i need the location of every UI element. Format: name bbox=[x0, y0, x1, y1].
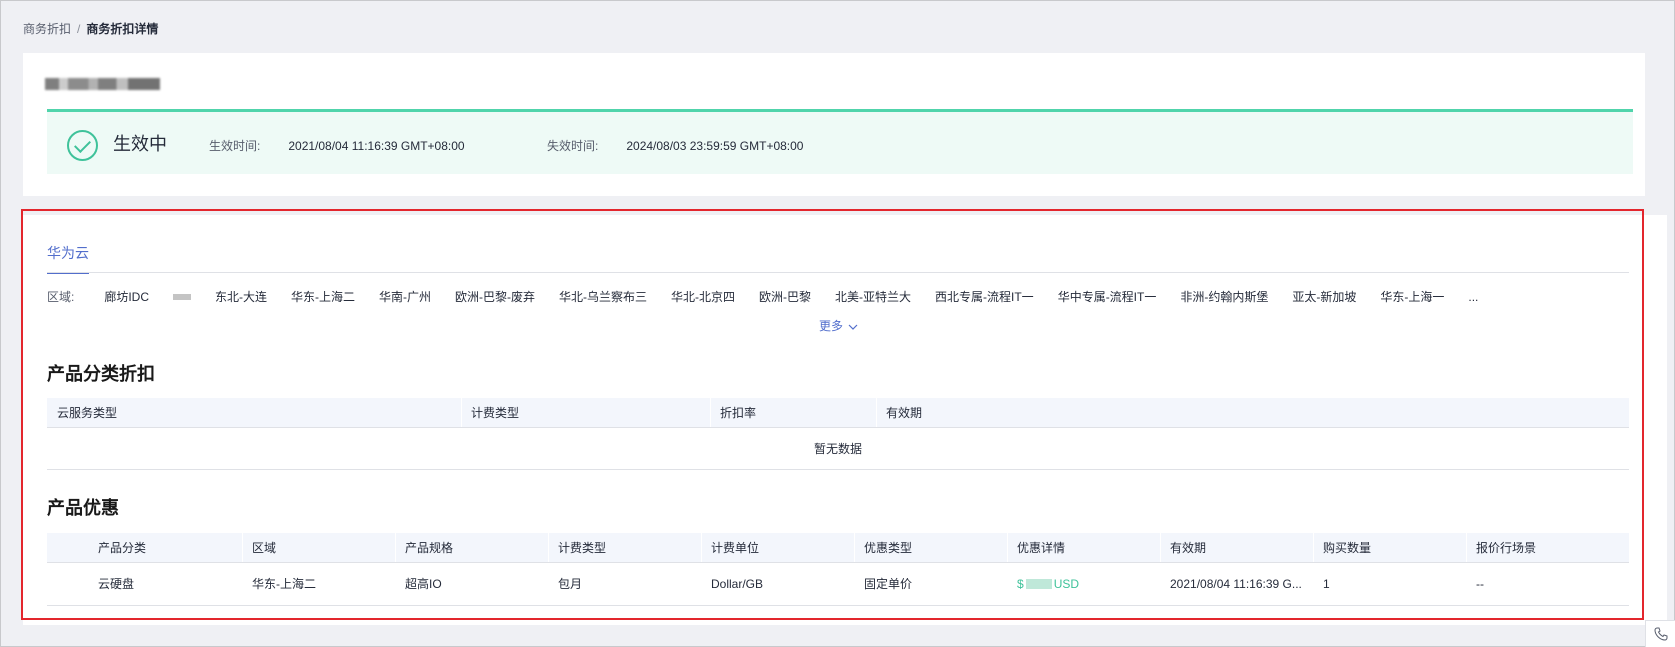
column-header: 有效期 bbox=[876, 398, 1629, 428]
price-redacted bbox=[1025, 579, 1052, 590]
column-header: 折扣率 bbox=[710, 398, 876, 428]
column-header: 产品规格 bbox=[395, 533, 548, 563]
expiry-time-value: 2024/08/03 23:59:59 GMT+08:00 bbox=[626, 139, 804, 153]
region-label: 区域: bbox=[47, 290, 75, 304]
region-item: 华北-乌兰察布三 bbox=[559, 290, 648, 304]
effective-time-value: 2021/08/04 11:16:39 GMT+08:00 bbox=[288, 139, 465, 153]
tab-divider bbox=[47, 272, 1629, 273]
effective-time: 生效时间: 2021/08/04 11:16:39 GMT+08:00 bbox=[209, 137, 465, 154]
column-header: 优惠类型 bbox=[854, 533, 1007, 563]
breadcrumb-current: 商务折扣详情 bbox=[86, 22, 159, 36]
column-header: 报价行场景 bbox=[1466, 533, 1629, 563]
region-item: 亚太-新加坡 bbox=[1292, 290, 1357, 304]
region-item: 西北专属-流程IT一 bbox=[935, 290, 1034, 304]
region-item: 欧洲-巴黎-废弃 bbox=[455, 290, 536, 304]
table-header-row: 云服务类型 计费类型 折扣率 有效期 bbox=[47, 398, 1629, 428]
region-item: 欧洲-巴黎 bbox=[759, 290, 812, 304]
breadcrumb-separator: / bbox=[77, 21, 81, 36]
region-item: 华东-上海二 bbox=[291, 290, 356, 304]
column-header: 计费类型 bbox=[461, 398, 710, 428]
table-row: 云硬盘 华东-上海二 超高IO 包月 Dollar/GB 固定单价 $ USD 2… bbox=[47, 562, 1629, 606]
product-offer-title: 产品优惠 bbox=[47, 498, 119, 518]
price-currency: USD bbox=[1053, 576, 1080, 591]
cell-billing: 包月 bbox=[548, 562, 701, 606]
cell-scene: -- bbox=[1466, 562, 1629, 606]
category-discount-table: 云服务类型 计费类型 折扣率 有效期 暂无数据 bbox=[47, 398, 1629, 470]
product-offer-table: 产品分类 区域 产品规格 计费类型 计费单位 优惠类型 优惠详情 有效期 购买数… bbox=[47, 533, 1629, 606]
region-item: 华北-北京四 bbox=[671, 290, 736, 304]
cell-offer-type: 固定单价 bbox=[854, 562, 1007, 606]
column-header: 有效期 bbox=[1160, 533, 1313, 563]
empty-text: 暂无数据 bbox=[47, 427, 1629, 470]
breadcrumb: 商务折扣 / 商务折扣详情 bbox=[23, 20, 158, 37]
discount-name-redacted bbox=[45, 78, 160, 90]
breadcrumb-parent-link[interactable]: 商务折扣 bbox=[23, 20, 71, 37]
column-header: 购买数量 bbox=[1313, 533, 1466, 563]
region-item: 北美-亚特兰大 bbox=[835, 290, 912, 304]
phone-support-button[interactable] bbox=[1645, 620, 1675, 647]
region-ellipsis: ... bbox=[1468, 289, 1479, 304]
cell-validity: 2021/08/04 11:16:39 G... bbox=[1160, 562, 1313, 606]
column-header: 优惠详情 bbox=[1007, 533, 1160, 563]
region-item: 华南-广州 bbox=[379, 290, 432, 304]
region-item: 非洲-约翰内斯堡 bbox=[1180, 290, 1269, 304]
region-item: 华东-上海一 bbox=[1380, 290, 1445, 304]
region-item-redacted bbox=[173, 293, 192, 300]
column-header: 云服务类型 bbox=[47, 398, 461, 428]
region-list: 区域: 廊坊IDC 东北-大连 华东-上海二 华南-广州 欧洲-巴黎-废弃 华北… bbox=[47, 288, 1502, 305]
cell-quantity: 1 bbox=[1313, 562, 1466, 606]
cell-offer-detail: $ USD bbox=[1007, 562, 1160, 606]
check-circle-icon bbox=[67, 130, 98, 161]
column-header: 区域 bbox=[242, 533, 395, 563]
more-regions-button[interactable]: 更多 bbox=[819, 317, 858, 334]
chevron-down-icon bbox=[848, 324, 858, 330]
column-header: 产品分类 bbox=[47, 533, 242, 563]
expiry-time: 失效时间: 2024/08/03 23:59:59 GMT+08:00 bbox=[547, 137, 803, 154]
effective-time-label: 生效时间: bbox=[209, 139, 261, 153]
region-item: 东北-大连 bbox=[215, 290, 268, 304]
cell-spec: 超高IO bbox=[395, 562, 548, 606]
column-header: 计费类型 bbox=[548, 533, 701, 563]
price-prefix: $ bbox=[1017, 576, 1024, 591]
phone-icon bbox=[1653, 627, 1667, 641]
tab-huawei-cloud[interactable]: 华为云 bbox=[47, 243, 89, 274]
expiry-time-label: 失效时间: bbox=[547, 139, 599, 153]
more-label: 更多 bbox=[819, 319, 844, 333]
cell-region: 华东-上海二 bbox=[242, 562, 395, 606]
status-bar: 生效中 生效时间: 2021/08/04 11:16:39 GMT+08:00 失… bbox=[47, 109, 1633, 174]
table-header-row: 产品分类 区域 产品规格 计费类型 计费单位 优惠类型 优惠详情 有效期 购买数… bbox=[47, 533, 1629, 563]
cell-category: 云硬盘 bbox=[47, 562, 242, 606]
status-label: 生效中 bbox=[113, 134, 167, 154]
cell-unit: Dollar/GB bbox=[701, 562, 854, 606]
discount-summary-card: 生效中 生效时间: 2021/08/04 11:16:39 GMT+08:00 失… bbox=[23, 53, 1645, 196]
region-item: 华中专属-流程IT一 bbox=[1057, 290, 1157, 304]
region-item: 廊坊IDC bbox=[104, 290, 150, 304]
empty-row: 暂无数据 bbox=[47, 427, 1629, 470]
category-discount-title: 产品分类折扣 bbox=[47, 364, 155, 384]
column-header: 计费单位 bbox=[701, 533, 854, 563]
